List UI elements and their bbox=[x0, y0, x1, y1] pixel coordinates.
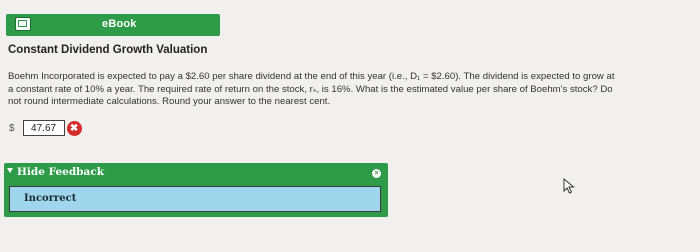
question-line-2: a constant rate of 10% a year. The requi… bbox=[8, 83, 613, 95]
currency-symbol: $ bbox=[9, 122, 15, 134]
question-line-1: Boehm Incorporated is expected to pay a … bbox=[8, 71, 615, 82]
feedback-message-box: Incorrect bbox=[9, 186, 381, 212]
hide-feedback-toggle[interactable]: Hide Feedback bbox=[17, 166, 104, 178]
book-icon bbox=[15, 17, 31, 31]
feedback-message: Incorrect bbox=[24, 193, 77, 204]
question-title: Constant Dividend Growth Valuation bbox=[8, 44, 208, 56]
question-page: eBook Constant Dividend Growth Valuation… bbox=[0, 0, 700, 252]
answer-input[interactable]: 47.67 bbox=[22, 120, 65, 136]
close-icon[interactable]: × bbox=[372, 169, 381, 178]
answer-row: $ 47.67 ✖ bbox=[9, 118, 82, 138]
collapse-caret-icon[interactable] bbox=[7, 168, 13, 173]
feedback-panel: Hide Feedback × Incorrect bbox=[4, 163, 388, 217]
mouse-pointer-icon bbox=[563, 178, 575, 194]
question-text: Boehm Incorporated is expected to pay a … bbox=[8, 71, 698, 109]
ebook-button[interactable]: eBook bbox=[6, 14, 220, 36]
question-line-3: not round intermediate calculations. Rou… bbox=[8, 96, 331, 108]
incorrect-x-icon: ✖ bbox=[66, 120, 82, 136]
ebook-label: eBook bbox=[102, 18, 137, 30]
